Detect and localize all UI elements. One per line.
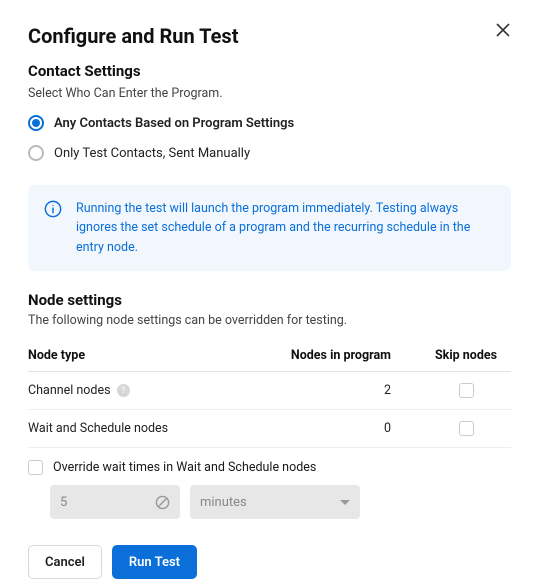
radio-icon [28,115,44,131]
radio-any-contacts[interactable]: Any Contacts Based on Program Settings [28,111,511,141]
chevron-down-icon [340,500,350,505]
info-banner: Running the test will launch the program… [28,185,511,271]
node-settings-section: Node settings The following node setting… [28,291,511,527]
dialog-title: Configure and Run Test [28,24,511,48]
info-text: Running the test will launch the program… [76,199,495,257]
table-row: Channel nodes ? 2 [28,372,511,410]
node-table: Node type Nodes in program Skip nodes Ch… [28,340,511,448]
cell-type: Wait and Schedule nodes [28,421,271,436]
dialog-footer: Cancel Run Test [28,531,511,579]
wait-unit-select[interactable]: minutes [190,485,360,519]
radio-icon [28,145,44,161]
radio-label: Any Contacts Based on Program Settings [54,116,294,131]
cell-type-label: Channel nodes [28,383,111,398]
wait-unit: minutes [200,495,247,510]
radio-only-test-contacts[interactable]: Only Test Contacts, Sent Manually [28,141,511,171]
info-icon [44,200,62,218]
radio-label: Only Test Contacts, Sent Manually [54,146,250,161]
skip-checkbox-channel[interactable] [459,383,474,398]
col-header-count: Nodes in program [271,348,421,363]
help-icon[interactable]: ? [117,384,130,397]
table-header: Node type Nodes in program Skip nodes [28,340,511,372]
cell-type-label: Wait and Schedule nodes [28,421,168,436]
disabled-icon [155,495,170,510]
node-settings-heading: Node settings [28,291,511,309]
node-settings-instruction: The following node settings can be overr… [28,313,511,328]
cell-type: Channel nodes ? [28,383,271,398]
contact-settings-heading: Contact Settings [28,62,511,80]
col-header-type: Node type [28,348,271,363]
skip-checkbox-wait[interactable] [459,421,474,436]
configure-run-test-dialog: Configure and Run Test Contact Settings … [0,0,539,559]
override-wait-row[interactable]: Override wait times in Wait and Schedule… [28,448,511,485]
run-test-button[interactable]: Run Test [112,545,197,579]
col-header-skip: Skip nodes [421,348,511,363]
table-row: Wait and Schedule nodes 0 [28,410,511,448]
cancel-button[interactable]: Cancel [28,545,102,579]
wait-value: 5 [60,495,67,510]
override-checkbox[interactable] [28,460,43,475]
override-wait-inputs: 5 minutes [28,485,511,527]
contact-instruction: Select Who Can Enter the Program. [28,86,511,101]
override-label: Override wait times in Wait and Schedule… [53,460,316,475]
close-icon [496,23,510,37]
cell-skip [421,383,511,398]
close-button[interactable] [493,20,513,40]
contact-radio-group: Any Contacts Based on Program Settings O… [28,111,511,171]
cell-count: 0 [271,421,421,436]
cell-skip [421,421,511,436]
wait-value-input[interactable]: 5 [50,485,180,519]
cell-count: 2 [271,383,421,398]
